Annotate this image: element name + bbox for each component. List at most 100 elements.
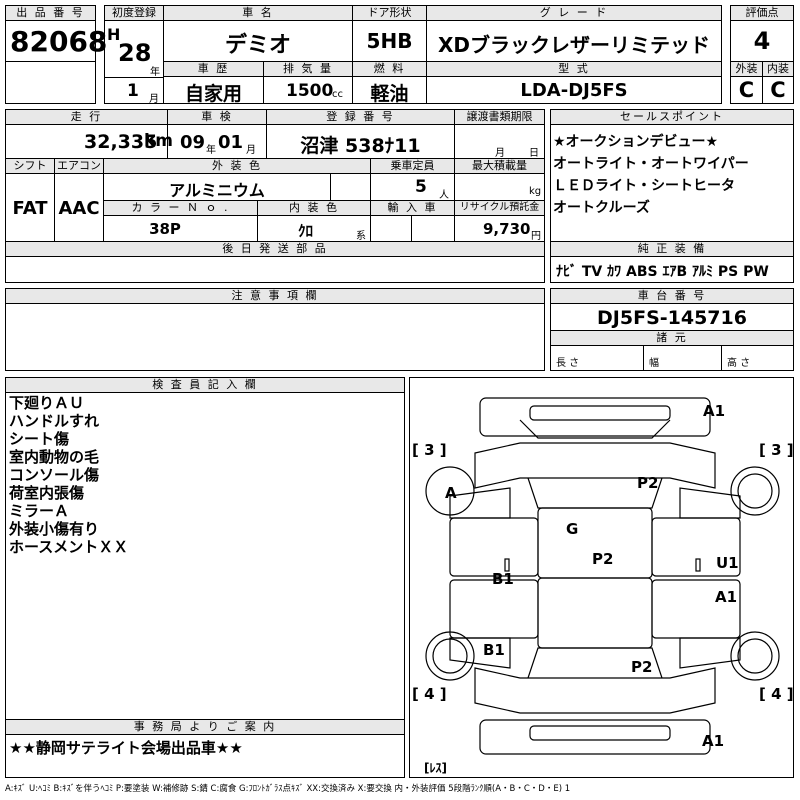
office-note: ★★静岡サテライト会場出品車★★ (9, 739, 243, 757)
color-label: 外 装 色 (103, 158, 371, 174)
roof-rear-shape (537, 577, 653, 649)
score: 4 (753, 27, 771, 55)
exterior-label: 外装 (730, 61, 763, 77)
color-extra-box (330, 173, 371, 201)
interior-box: C (762, 76, 794, 104)
insp-year-unit: 年 (206, 145, 216, 156)
interior-grade: C (770, 78, 786, 102)
sales-point: ＬＥＤライト・シートヒータ (553, 178, 735, 194)
grade-label: グ レ ー ド (426, 5, 722, 21)
transfer-day: 日 (529, 148, 539, 159)
inspector-note: 下廻りＡＵ (9, 394, 85, 412)
shift-label: シフト (5, 158, 55, 174)
ac-label: エアコン (54, 158, 104, 174)
recycle-box: 9,730 円 (454, 215, 545, 242)
name-label: 車 名 (163, 5, 353, 21)
damage-mark: G (566, 520, 578, 538)
month-box: 1 月 (104, 77, 164, 105)
displacement-box: 1500 cc (263, 76, 353, 104)
chassis-number: DJ5FS-145716 (597, 307, 747, 329)
plate-label: 登 録 番 号 (266, 109, 455, 125)
insp-year: 09 (180, 132, 206, 153)
sales-box: ★オークションデビュー★ オートライト・オートワイパー ＬＥＤライト・シートヒー… (550, 124, 794, 242)
chassis-box: DJ5FS-145716 (550, 303, 794, 331)
mileage-label: 走 行 (5, 109, 168, 125)
wheel-rear-right-inner (737, 638, 773, 674)
right-mirror-shape (695, 558, 701, 572)
color-no: 38P (149, 220, 181, 238)
hood-front-shape (519, 419, 671, 439)
spare-tire: [ﾚｽ] (424, 761, 447, 775)
inspector-note: ホースメントＸＸ (9, 538, 129, 556)
score-box: 4 (730, 20, 794, 62)
tire-rear-left: [ 4 ] (412, 685, 447, 703)
plate-number: 沼津 538ﾅ11 (300, 135, 421, 157)
color-no-label: カ ラ ー Ｎ ｏ . (103, 200, 258, 216)
grade: XDブラックレザーリミテッド (437, 33, 711, 57)
damage-mark: U1 (716, 554, 739, 572)
tire-front-right: [ 3 ] (759, 441, 794, 459)
rear-plate-shape (529, 725, 671, 741)
fuel-label: 燃 料 (352, 61, 427, 77)
door-label: ドア形状 (352, 5, 427, 21)
shift: FAT (12, 198, 48, 219)
wheel-front-right-inner (737, 473, 773, 509)
sales-point: オートクルーズ (553, 200, 650, 216)
capacity-unit: 人 (439, 190, 449, 201)
history-label: 車 歴 (163, 61, 264, 77)
left-rear-door-shape (449, 579, 539, 639)
office-box: ★★静岡サテライト会場出品車★★ (5, 734, 405, 778)
exterior-box: C (730, 76, 763, 104)
inspection-label: 車 検 (167, 109, 267, 125)
door-box: 5HB (352, 20, 427, 62)
height-label: 高 さ (727, 358, 751, 369)
transfer-label: 譲渡書類期限 (454, 109, 545, 125)
equipment-box: ﾅﾋﾞ TV ｶﾜ ABS ｴｱB ｱﾙﾐ PS PW (550, 256, 794, 283)
color-no-box: 38P (103, 215, 258, 242)
damage-mark: A1 (715, 588, 737, 606)
damage-mark: P2 (631, 658, 652, 676)
notes-box (5, 303, 545, 371)
fuel-box: 軽油 (352, 76, 427, 105)
inspector-note: 室内動物の毛 (9, 448, 100, 466)
import-label: 輸 入 車 (370, 200, 455, 216)
exterior-grade: C (738, 78, 755, 102)
lot-number: 82068 (10, 25, 108, 58)
insp-month: 01 (218, 132, 244, 153)
fuel: 軽油 (370, 83, 409, 105)
inspector-note: ミラーＡ (9, 502, 70, 520)
history: 自家用 (184, 83, 242, 105)
reg-year: 28 (118, 39, 152, 67)
chassis-label: 車 台 番 号 (550, 288, 794, 304)
damage-mark: A (445, 484, 457, 502)
inspection-box: 09 年 01 月 (167, 124, 267, 159)
later-parts-label: 後 日 発 送 部 品 (5, 241, 545, 257)
load-unit: kg (529, 186, 542, 197)
front-grille-shape (529, 405, 671, 421)
first-reg-label: 初度登録 (104, 5, 164, 21)
later-parts-box (5, 256, 545, 283)
damage-mark: A1 (703, 402, 725, 420)
damage-mark: B1 (492, 570, 514, 588)
score-label: 評価点 (730, 5, 794, 21)
inspector-box: 下廻りＡＵ ハンドルすれ シート傷 室内動物の毛 コンソール傷 荷室内張傷 ミラ… (5, 392, 405, 720)
damage-mark: B1 (483, 641, 505, 659)
displacement-unit: cc (332, 89, 343, 100)
inspector-note: コンソール傷 (9, 466, 100, 484)
damage-mark: P2 (592, 550, 613, 568)
history-box: 自家用 (163, 76, 264, 105)
hood-shape (474, 442, 716, 489)
grade-box: XDブラックレザーリミテッド (426, 20, 722, 62)
interior-label: 内装 (762, 61, 794, 77)
model-box: LDA-DJ5FS (426, 76, 722, 104)
displacement: 1500 (286, 81, 334, 101)
shift-box: FAT (5, 173, 55, 242)
sales-label: セールスポイント (550, 109, 794, 125)
int-color-unit: 系 (356, 231, 366, 242)
month-unit: 月 (149, 94, 159, 105)
reg-month: 1 (127, 81, 139, 101)
notes-label: 注 意 事 項 欄 (5, 288, 545, 304)
width-label: 幅 (649, 358, 659, 369)
damage-mark: P2 (637, 474, 658, 492)
recycle: 9,730 (483, 220, 531, 238)
